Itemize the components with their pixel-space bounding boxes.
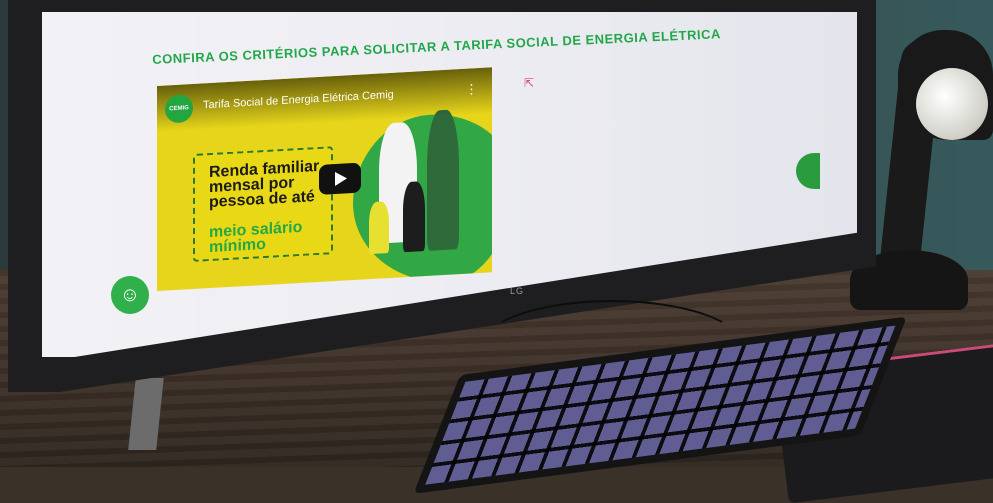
video-player[interactable]: CEMIG Tarifa Social de Energia Elétrica … — [157, 67, 492, 291]
video-card-highlight: meio salário mínimo — [209, 218, 303, 257]
mouse-cursor-icon: ⇱ — [524, 76, 535, 90]
video-card-text: Renda familiar mensal por pessoa de até — [209, 157, 320, 212]
monitor-brand-logo: LG — [510, 286, 525, 296]
video-figure-girl — [369, 201, 389, 255]
play-button[interactable] — [319, 162, 361, 195]
accessibility-icon: ☺ — [119, 283, 141, 306]
accessibility-widget-button[interactable]: ☺ — [111, 276, 149, 314]
video-info-card: Renda familiar mensal por pessoa de até … — [193, 146, 333, 262]
video-figure-child — [403, 181, 425, 253]
more-options-icon[interactable]: ⋮ — [465, 81, 478, 97]
video-figure-man — [427, 109, 459, 251]
desk-lamp-bulb — [916, 68, 988, 140]
